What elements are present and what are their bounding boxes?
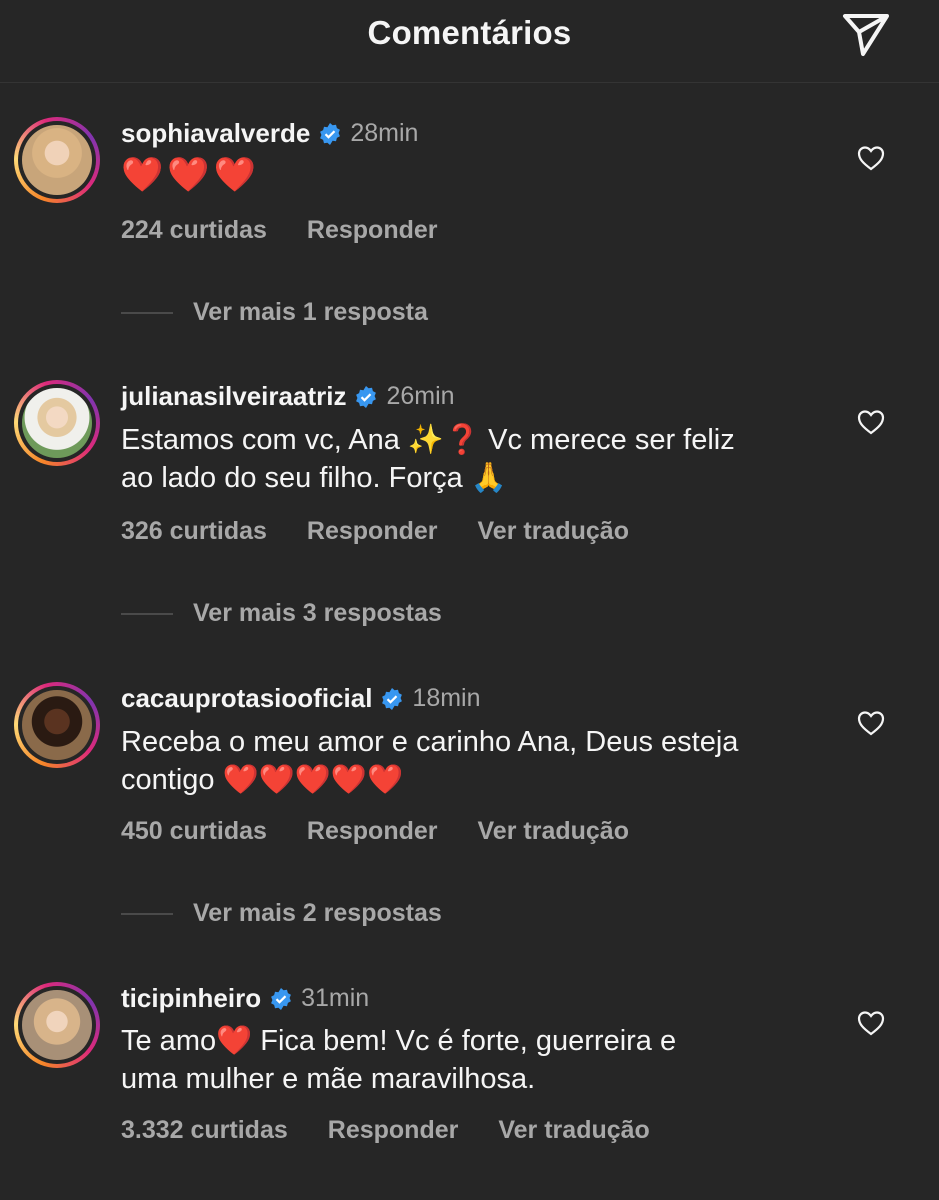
like-button[interactable]: [852, 1005, 890, 1041]
username[interactable]: cacauprotasiooficial: [121, 683, 372, 714]
header-bar: Comentários: [0, 0, 939, 83]
comment-time: 28min: [350, 119, 419, 147]
view-more-replies-label: Ver mais 1 resposta: [193, 298, 428, 326]
comment-header: cacauprotasiooficial 18min: [121, 683, 481, 714]
comment-time: 26min: [386, 382, 455, 410]
likes-count: 450 curtidas: [121, 817, 267, 845]
heart-outline-icon: [857, 410, 885, 435]
username[interactable]: sophiavalverde: [121, 118, 310, 149]
like-button[interactable]: [852, 140, 890, 176]
comment-actions: 450 curtidas Responder Ver tradução: [121, 817, 669, 846]
divider: [121, 612, 173, 615]
view-more-replies[interactable]: Ver mais 2 respostas: [121, 899, 442, 928]
view-more-replies-label: Ver mais 2 respostas: [193, 899, 442, 927]
comment-header: sophiavalverde 28min: [121, 118, 418, 149]
translate-button[interactable]: Ver tradução: [498, 1116, 649, 1145]
verified-badge-icon: [320, 122, 341, 145]
view-more-replies[interactable]: Ver mais 3 respostas: [121, 599, 442, 628]
like-button[interactable]: [852, 404, 890, 440]
comment-text-line: Receba o meu amor e carinho Ana, Deus es…: [121, 726, 739, 758]
comment-actions: 326 curtidas Responder Ver tradução: [121, 517, 669, 546]
avatar[interactable]: [14, 682, 100, 768]
comment-text: ❤️❤️❤️: [121, 156, 261, 194]
comment-time: 18min: [412, 684, 481, 712]
comment-text-line: Te amo❤️ Fica bem! Vc é forte, guerreira…: [121, 1025, 677, 1057]
comment-header: julianasilveiraatriz 26min: [121, 381, 455, 412]
verified-badge-icon: [271, 987, 292, 1010]
divider: [121, 912, 173, 915]
likes-count: 224 curtidas: [121, 216, 267, 244]
comment-text-line: uma mulher e mãe maravilhosa.: [121, 1063, 536, 1095]
comment-time: 31min: [301, 984, 370, 1012]
page-title: Comentários: [367, 14, 572, 51]
like-button[interactable]: [852, 705, 890, 741]
username[interactable]: ticipinheiro: [121, 983, 261, 1014]
likes-count: 3.332 curtidas: [121, 1116, 288, 1144]
heart-outline-icon: [857, 711, 885, 736]
comment-text: Te amo❤️ Fica bem! Vc é forte, guerreira…: [121, 1022, 841, 1098]
reply-button[interactable]: Responder: [307, 216, 438, 245]
username[interactable]: julianasilveiraatriz: [121, 381, 346, 412]
comment-text: Estamos com vc, Ana ✨❓ Vc merece ser fel…: [121, 421, 841, 497]
heart-outline-icon: [857, 1011, 885, 1036]
reply-button[interactable]: Responder: [307, 517, 438, 546]
translate-button[interactable]: Ver tradução: [478, 517, 629, 546]
view-more-replies[interactable]: Ver mais 1 resposta: [121, 298, 428, 327]
comment-actions: 224 curtidas Responder: [121, 216, 478, 245]
reply-button[interactable]: Responder: [307, 817, 438, 846]
verified-badge-icon: [382, 687, 403, 710]
send-button[interactable]: [838, 10, 894, 60]
likes-count: 326 curtidas: [121, 517, 267, 545]
divider: [121, 311, 173, 314]
reply-button[interactable]: Responder: [328, 1116, 459, 1145]
view-more-replies-label: Ver mais 3 respostas: [193, 599, 442, 627]
avatar[interactable]: [14, 982, 100, 1068]
comment-text-line: contigo ❤️❤️❤️❤️❤️: [121, 764, 404, 796]
comment-actions: 3.332 curtidas Responder Ver tradução: [121, 1116, 690, 1145]
comment-text-line: ao lado do seu filho. Força 🙏: [121, 462, 507, 494]
comment-header: ticipinheiro 31min: [121, 983, 369, 1014]
heart-outline-icon: [857, 146, 885, 171]
avatar[interactable]: [14, 117, 100, 203]
comment-text: Receba o meu amor e carinho Ana, Deus es…: [121, 723, 841, 799]
verified-badge-icon: [356, 385, 377, 408]
paper-plane-icon: [843, 14, 889, 56]
comment-text-line: Estamos com vc, Ana ✨❓ Vc merece ser fel…: [121, 424, 735, 456]
avatar[interactable]: [14, 380, 100, 466]
translate-button[interactable]: Ver tradução: [478, 817, 629, 846]
